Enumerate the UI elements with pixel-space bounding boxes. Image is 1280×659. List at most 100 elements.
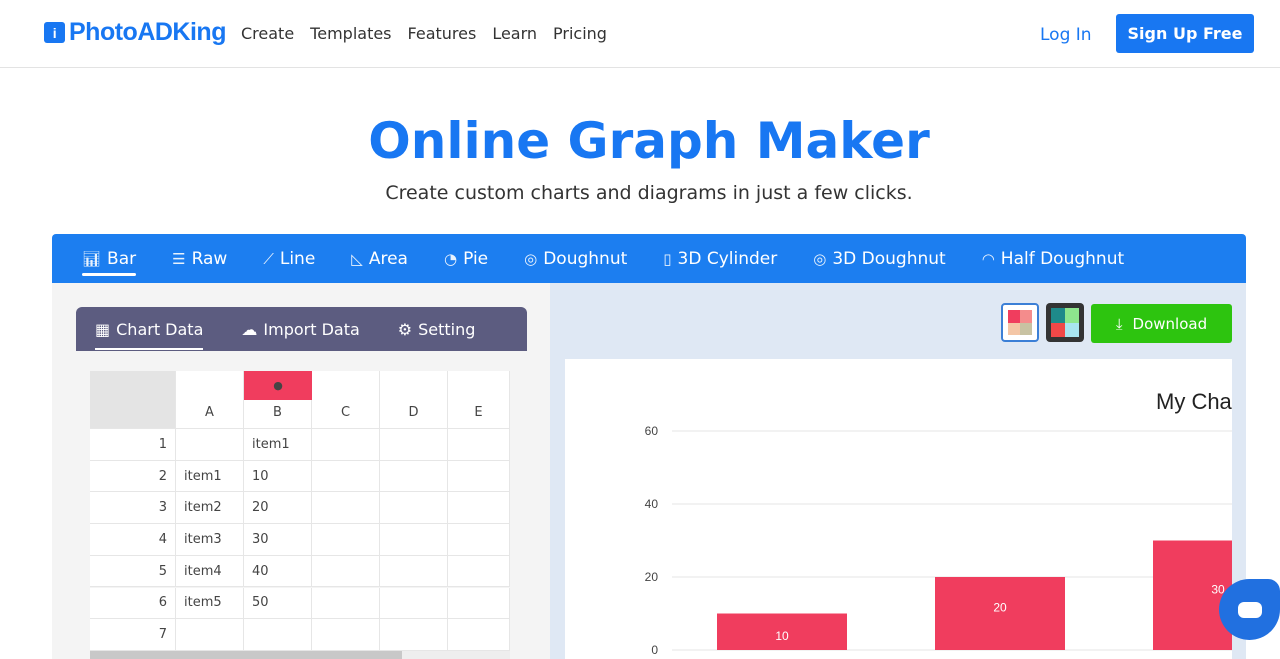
sheet-cell[interactable] [244,619,312,651]
sheet-cell[interactable]: item1 [244,429,312,461]
y-tick-label: 20 [645,570,659,584]
sheet-cell[interactable]: item3 [176,524,244,556]
line-chart-icon: ⟋ [263,249,274,268]
column-header-A[interactable]: A [176,371,244,429]
column-label: B [273,405,282,420]
download-icon: ⤓ [1115,314,1123,333]
sheet-cell[interactable]: 50 [244,587,312,620]
area-chart-icon: ◺ [351,249,363,268]
column-header-B[interactable]: B ● [244,371,312,429]
tab-label: Half Doughnut [1000,248,1125,269]
row-number: 1 [90,429,176,461]
sheet-cell[interactable] [176,619,244,651]
column-header-C[interactable]: C [312,371,380,429]
tab-line[interactable]: ⟋ Line [263,234,315,283]
sheet-cell[interactable] [448,492,510,525]
panel-tab-import-data[interactable]: ☁ Import Data [241,307,359,351]
sheet-cell[interactable] [448,460,510,493]
sheet-cell[interactable] [312,524,380,556]
sheet-cell[interactable] [312,492,380,525]
panel-tab-chart-data[interactable]: ▦ Chart Data [95,307,204,351]
sheet-cell[interactable] [312,587,380,620]
scrollbar-thumb[interactable] [90,651,402,659]
tab-raw[interactable]: ☰ Raw [172,234,227,283]
sheet-scrollbar[interactable] [90,651,510,659]
row-number: 5 [90,555,176,588]
menu-templates[interactable]: Templates [310,24,391,43]
sheet-cell[interactable]: 30 [244,524,312,556]
sheet-cell[interactable] [448,524,510,556]
palette-swatch-2[interactable] [1046,303,1084,342]
sheet-cell[interactable] [380,460,448,493]
tab-label: 3D Cylinder [677,248,778,269]
sheet-cell[interactable]: item5 [176,587,244,620]
row-number: 2 [90,460,176,493]
series-color-marker[interactable]: ● [244,371,312,400]
menu-create[interactable]: Create [241,24,294,43]
signup-button[interactable]: Sign Up Free [1116,14,1254,53]
tab-pie[interactable]: ◔ Pie [444,234,488,283]
login-link[interactable]: Log In [1040,25,1092,45]
menu-learn[interactable]: Learn [492,24,537,43]
sheet-cell[interactable] [312,460,380,493]
tab-label: Bar [107,248,137,269]
swatch-color [1051,322,1065,337]
sheet-cell[interactable] [380,524,448,556]
row-number: 4 [90,524,176,556]
sheet-cell[interactable] [312,429,380,461]
palette-swatch-1[interactable] [1001,303,1039,342]
menu-features[interactable]: Features [408,24,477,43]
tab-3d-doughnut[interactable]: ◎ 3D Doughnut [813,234,945,283]
tab-label: Pie [463,248,489,269]
panel-tab-setting[interactable]: ⚙ Setting [398,307,476,351]
swatch-color [1020,322,1032,335]
top-nav: i PhotoADKing Create Templates Features L… [0,0,1280,68]
chat-button[interactable] [1219,579,1280,640]
tab-half-doughnut[interactable]: ◠ Half Doughnut [982,234,1124,283]
tab-label: Raw [191,248,228,269]
sheet-cell[interactable] [380,429,448,461]
sheet-cell[interactable] [312,555,380,588]
sheet-cell[interactable] [176,429,244,461]
tab-3d-cylinder[interactable]: ▯ 3D Cylinder [663,234,777,283]
sheet-cell[interactable] [380,492,448,525]
column-label: E [474,405,483,420]
main-menu: Create Templates Features Learn Pricing [241,24,607,43]
column-header-D[interactable]: D [380,371,448,429]
sheet-cell[interactable]: 40 [244,555,312,588]
menu-pricing[interactable]: Pricing [553,24,607,43]
tab-area[interactable]: ◺ Area [351,234,408,283]
download-button[interactable]: ⤓ Download [1091,304,1232,343]
bar-chart: My Cha02040601020304050 [645,389,1232,657]
sheet-cell[interactable] [380,587,448,620]
sheet-cell[interactable]: 20 [244,492,312,525]
sheet-cell[interactable] [448,587,510,620]
sheet-cell[interactable]: item1 [176,460,244,493]
logo-icon: i [44,22,65,43]
sheet-cell[interactable] [448,555,510,588]
swatch-color [1065,322,1079,337]
sheet-cell[interactable] [380,619,448,651]
swatch-color [1065,308,1079,323]
tab-doughnut[interactable]: ◎ Doughnut [524,234,627,283]
sheet-cell[interactable] [380,555,448,588]
tab-bar[interactable]: 📊︎ Bar [82,234,137,283]
column-label: D [408,405,419,420]
sheet-cell[interactable] [448,429,510,461]
logo[interactable]: i PhotoADKing [44,18,226,47]
column-header-E[interactable]: E [448,371,510,429]
sheet-cell[interactable]: 10 [244,460,312,493]
sheet-cell[interactable]: item2 [176,492,244,525]
doughnut-icon: ◎ [524,249,538,268]
pie-chart-icon: ◔ [443,249,458,268]
swatch-color [1008,322,1020,335]
sheet-cell[interactable]: item4 [176,555,244,588]
sheet-cell[interactable] [448,619,510,651]
cylinder-icon: ▯ [663,249,672,268]
tab-label: Line [279,248,316,269]
page-subtitle: Create custom charts and diagrams in jus… [385,182,913,204]
y-tick-label: 40 [645,497,659,511]
tab-label: Area [368,248,408,269]
sheet-cell[interactable] [312,619,380,651]
corner-cell [90,371,176,429]
